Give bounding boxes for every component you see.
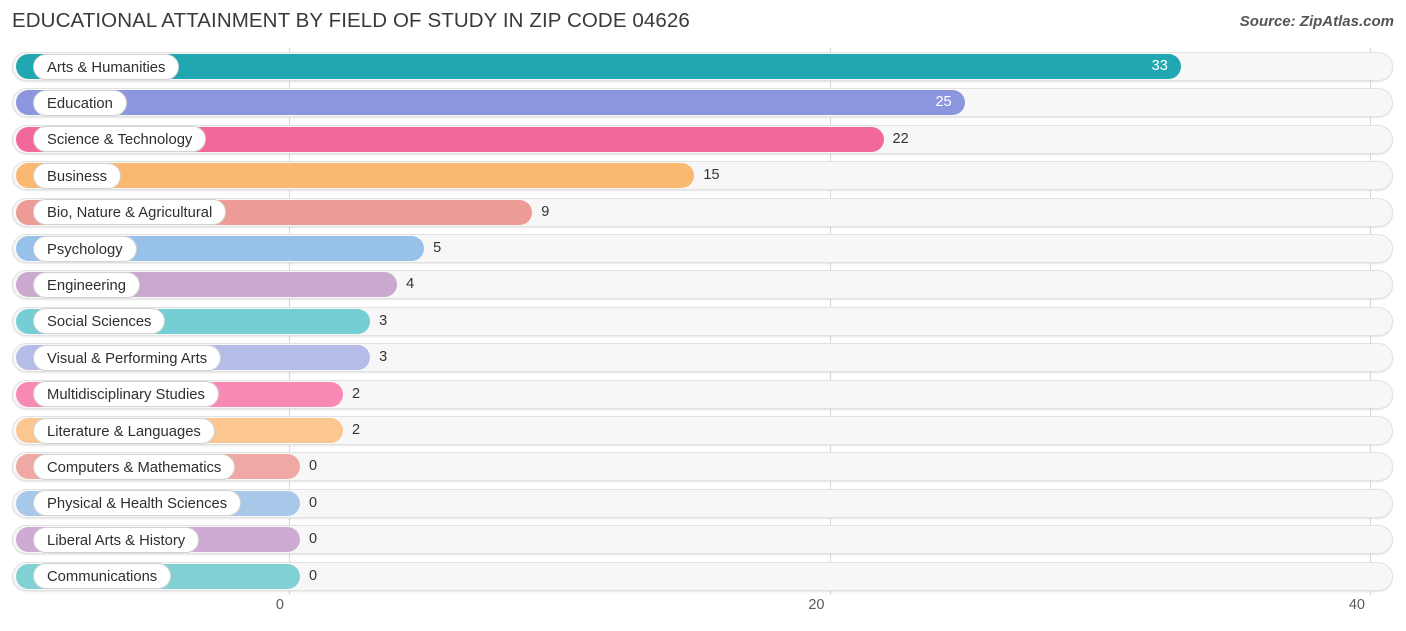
category-label: Engineering xyxy=(33,271,140,298)
category-label: Bio, Nature & Agricultural xyxy=(33,199,227,226)
bar-value-label: 33 xyxy=(1151,58,1168,74)
table-row: 15 Business xyxy=(0,159,1406,195)
page-title: EDUCATIONAL ATTAINMENT BY FIELD OF STUDY… xyxy=(12,9,690,32)
bar-value-label: 25 xyxy=(935,94,952,111)
table-row: 0 Computers & Mathematics xyxy=(0,450,1406,486)
table-row: 25 Education xyxy=(0,86,1406,122)
bar[interactable]: 25 xyxy=(16,90,965,116)
bar-value-label: 3 xyxy=(379,349,388,366)
table-row: 22 Science & Technology xyxy=(0,123,1406,159)
category-label: Liberal Arts & History xyxy=(33,526,200,553)
x-axis: 0 20 40 xyxy=(0,595,1406,631)
category-label: Social Sciences xyxy=(33,308,166,335)
bar-value-label: 3 xyxy=(379,312,388,329)
table-row: 3 Visual & Performing Arts xyxy=(0,341,1406,377)
bar-value-label: 0 xyxy=(309,567,318,584)
educational-attainment-bar-chart: EDUCATIONAL ATTAINMENT BY FIELD OF STUDY… xyxy=(0,0,1406,631)
category-label: Science & Technology xyxy=(33,126,207,153)
bar-value-label: 0 xyxy=(309,458,318,475)
table-row: 2 Literature & Languages xyxy=(0,414,1406,450)
category-label: Visual & Performing Arts xyxy=(33,344,222,371)
plot-area: 33 Arts & Humanities 25 Education 22 Science … xyxy=(0,48,1406,595)
table-row: 0 Communications xyxy=(0,560,1406,596)
category-label: Business xyxy=(33,162,122,189)
bar-value-label: 15 xyxy=(703,167,720,184)
bar-value-label: 0 xyxy=(309,531,318,548)
table-row: 3 Social Sciences xyxy=(0,305,1406,341)
category-label: Physical & Health Sciences xyxy=(33,490,242,517)
bar-value-label: 2 xyxy=(352,385,361,402)
x-tick-label: 40 xyxy=(1348,597,1365,613)
x-tick-label: 0 xyxy=(275,597,284,613)
table-row: 2 Multidisciplinary Studies xyxy=(0,378,1406,414)
bar-value-label: 0 xyxy=(309,494,318,511)
table-row: 4 Engineering xyxy=(0,268,1406,304)
source-attribution: Source: ZipAtlas.com xyxy=(1239,13,1394,30)
category-label: Multidisciplinary Studies xyxy=(33,381,219,408)
bar-value-label: 9 xyxy=(541,203,550,220)
table-row: 5 Psychology xyxy=(0,232,1406,268)
bar-value-label: 5 xyxy=(433,240,442,256)
x-tick-label: 20 xyxy=(808,597,825,613)
table-row: 0 Physical & Health Sciences xyxy=(0,487,1406,523)
table-row: 0 Liberal Arts & History xyxy=(0,523,1406,559)
category-label: Computers & Mathematics xyxy=(33,453,236,480)
category-label: Arts & Humanities xyxy=(33,53,180,80)
bar-value-label: 4 xyxy=(406,276,415,293)
category-label: Education xyxy=(33,89,127,116)
bar-value-label: 2 xyxy=(352,422,361,438)
bar[interactable]: 33 xyxy=(16,54,1181,79)
category-label: Communications xyxy=(33,563,172,590)
category-label: Literature & Languages xyxy=(33,417,215,444)
table-row: 33 Arts & Humanities xyxy=(0,50,1406,86)
bar-value-label: 22 xyxy=(892,130,909,147)
category-label: Psychology xyxy=(33,235,137,262)
table-row: 9 Bio, Nature & Agricultural xyxy=(0,196,1406,232)
